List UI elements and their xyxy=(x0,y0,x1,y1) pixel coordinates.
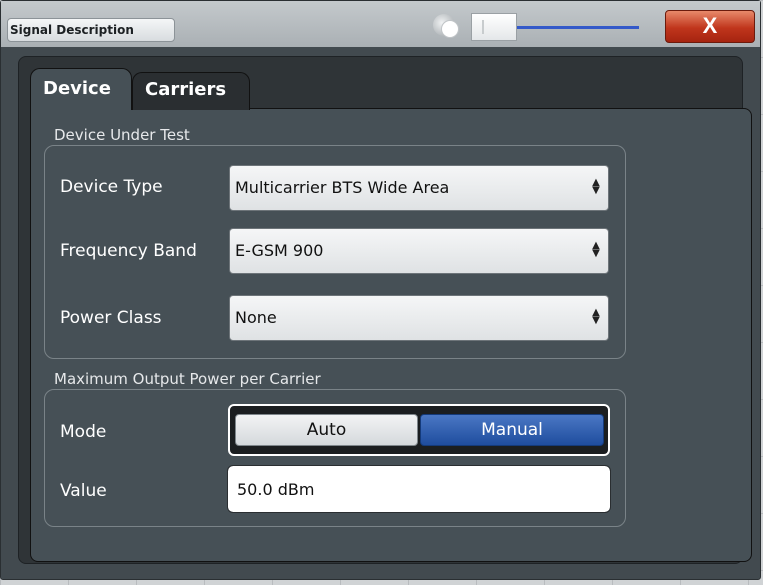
device-type-label: Device Type xyxy=(60,177,163,197)
close-button[interactable]: X xyxy=(665,10,755,43)
device-under-test-title: Device Under Test xyxy=(54,126,190,144)
value-label: Value xyxy=(60,481,107,501)
transparency-dot xyxy=(441,20,459,38)
close-icon: X xyxy=(702,13,718,38)
mode-toggle: Auto Manual xyxy=(228,404,610,456)
mode-auto-label: Auto xyxy=(306,420,347,440)
up-down-arrow-icon: ▲ ▼ xyxy=(592,307,600,326)
frequency-band-value: E-GSM 900 xyxy=(235,241,324,260)
up-down-arrow-icon: ▲ ▼ xyxy=(592,177,600,196)
up-down-arrow-icon: ▲ ▼ xyxy=(592,240,600,259)
tab-carriers[interactable]: Carriers xyxy=(132,72,250,110)
power-class-value: None xyxy=(235,308,277,327)
tab-device-label: Device xyxy=(43,78,111,99)
power-class-label: Power Class xyxy=(60,308,162,328)
frequency-band-label: Frequency Band xyxy=(60,241,197,261)
tab-carriers-label: Carriers xyxy=(145,79,227,100)
transparency-slider-thumb[interactable] xyxy=(471,13,517,41)
device-type-value: Multicarrier BTS Wide Area xyxy=(235,178,450,197)
value-input[interactable]: 50.0 dBm xyxy=(227,465,611,513)
transparency-slider-track[interactable] xyxy=(511,26,639,29)
mode-manual-label: Manual xyxy=(481,420,543,440)
mode-auto-button[interactable]: Auto xyxy=(235,414,418,446)
tab-device[interactable]: Device xyxy=(30,68,132,110)
frequency-band-select[interactable]: E-GSM 900 ▲ ▼ xyxy=(229,228,609,274)
max-output-power-title: Maximum Output Power per Carrier xyxy=(54,370,321,388)
device-type-select[interactable]: Multicarrier BTS Wide Area ▲ ▼ xyxy=(229,165,609,211)
dialog-title: Signal Description xyxy=(10,23,134,37)
mode-manual-button[interactable]: Manual xyxy=(420,414,604,446)
mode-label: Mode xyxy=(60,422,107,442)
value-input-text: 50.0 dBm xyxy=(237,480,315,499)
power-class-select[interactable]: None ▲ ▼ xyxy=(229,295,609,341)
